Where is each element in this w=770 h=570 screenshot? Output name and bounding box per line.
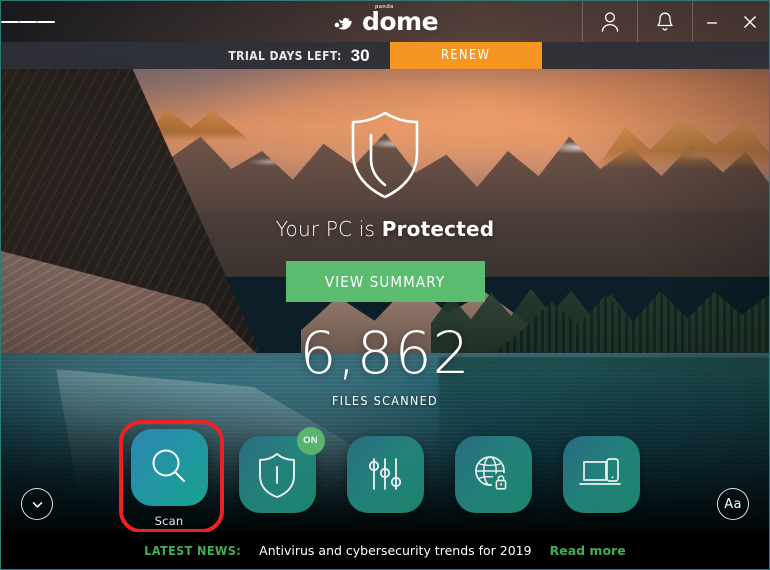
globe-lock-vpn-icon: [475, 456, 511, 492]
window-controls: [692, 1, 769, 42]
expand-panel-button[interactable]: [21, 488, 53, 520]
dock-item-protection[interactable]: ON: [236, 426, 325, 521]
dock-item-devices[interactable]: [560, 435, 643, 521]
titlebar-actions: [582, 1, 769, 42]
files-scanned-label: FILES SCANNED: [331, 393, 439, 408]
hamburger-menu-icon[interactable]: [1, 1, 55, 42]
settings-tile[interactable]: [346, 435, 424, 513]
renew-button[interactable]: RENEW: [389, 42, 542, 69]
dock-item-settings[interactable]: [344, 435, 427, 521]
notifications-button[interactable]: [637, 1, 692, 42]
minimize-icon: [707, 21, 717, 24]
dock-item-scan[interactable]: Scan: [128, 428, 211, 528]
panda-logo-icon: [334, 17, 352, 30]
brand-word: dome: [361, 7, 439, 36]
panda-dome-window: panda dome TRIAL DAYS LEFT: 30 RENEW You…: [0, 0, 770, 570]
dock-item-vpn[interactable]: [452, 435, 535, 521]
protection-status-text: Your PC is Protected: [276, 217, 494, 241]
brand-tiny-label: panda: [374, 4, 394, 10]
trial-info: TRIAL DAYS LEFT: 30: [1, 42, 390, 69]
chevron-down-icon: [32, 501, 42, 508]
account-button[interactable]: [582, 1, 637, 42]
user-icon: [601, 11, 619, 32]
devices-tile[interactable]: [562, 435, 640, 513]
shield-firewall-icon: [259, 453, 295, 498]
bell-icon: [657, 12, 673, 31]
trial-bar: TRIAL DAYS LEFT: 30 RENEW: [1, 42, 769, 69]
feature-dock: Scan ON: [1, 424, 769, 532]
shield-outline-icon: [351, 111, 419, 199]
news-read-more-link[interactable]: Read more: [550, 543, 626, 558]
news-bar: LATEST NEWS: Antivirus and cybersecurity…: [1, 532, 769, 569]
files-scanned-count: 6,862: [299, 319, 471, 387]
view-summary-button[interactable]: VIEW SUMMARY: [285, 261, 485, 302]
close-icon: [744, 15, 756, 28]
sliders-settings-icon: [368, 458, 402, 490]
status-panel: Your PC is Protected VIEW SUMMARY 6,862 …: [1, 69, 769, 408]
magnifier-icon: [152, 449, 185, 482]
trial-bar-spacer: [542, 42, 769, 69]
devices-laptop-phone-icon: [579, 458, 621, 485]
protection-on-badge: ON: [296, 426, 325, 455]
trial-days-value: 30: [350, 46, 370, 65]
minimize-button[interactable]: [693, 1, 731, 42]
status-prefix: Your PC is: [275, 217, 382, 241]
news-headline: Antivirus and cybersecurity trends for 2…: [259, 543, 532, 558]
scan-tile[interactable]: [130, 428, 208, 506]
vpn-tile[interactable]: [454, 435, 532, 513]
protection-tile[interactable]: ON: [238, 426, 325, 513]
title-bar: panda dome: [1, 1, 769, 42]
trial-days-label: TRIAL DAYS LEFT:: [228, 48, 342, 63]
news-label: LATEST NEWS:: [144, 543, 242, 558]
scan-tile-label: Scan: [154, 513, 184, 528]
text-size-button[interactable]: Aa: [717, 488, 749, 520]
status-strong: Protected: [381, 217, 495, 241]
close-button[interactable]: [731, 1, 769, 42]
